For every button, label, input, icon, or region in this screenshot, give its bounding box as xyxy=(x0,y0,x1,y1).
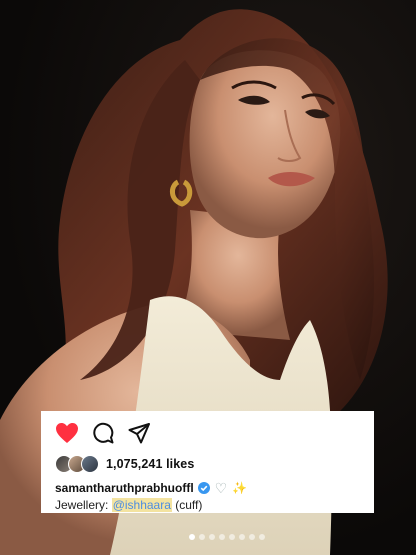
sparkles-emoji: ✨ xyxy=(232,481,248,495)
carousel-dot[interactable] xyxy=(249,534,255,540)
likes-count[interactable]: 1,075,241 likes xyxy=(106,457,194,471)
verified-badge-icon xyxy=(197,482,210,494)
heart-filled-icon xyxy=(56,423,78,443)
white-heart-emoji: ♡ xyxy=(214,479,228,496)
share-button[interactable] xyxy=(127,421,151,445)
liker-avatars xyxy=(55,455,99,473)
carousel-dot[interactable] xyxy=(199,534,205,540)
carousel-dot[interactable] xyxy=(229,534,235,540)
mention-link[interactable]: @ishhaara xyxy=(111,498,172,512)
post-actions xyxy=(55,418,364,448)
avatar[interactable] xyxy=(81,455,99,473)
likes-row: 1,075,241 likes xyxy=(55,454,364,474)
caption: Jewellery: @ishhaara (cuff) xyxy=(55,498,364,512)
comment-icon xyxy=(93,422,114,444)
carousel-dot[interactable] xyxy=(219,534,225,540)
carousel-dot[interactable] xyxy=(209,534,215,540)
carousel-dot[interactable] xyxy=(189,534,195,540)
carousel-indicator xyxy=(189,534,265,540)
share-icon xyxy=(128,423,150,444)
username[interactable]: samantharuthprabhuoffl xyxy=(55,481,194,495)
comment-button[interactable] xyxy=(91,421,115,445)
username-row: samantharuthprabhuoffl ♡ ✨ xyxy=(55,480,364,496)
carousel-dot[interactable] xyxy=(239,534,245,540)
like-button[interactable] xyxy=(55,421,79,445)
carousel-dot[interactable] xyxy=(259,534,265,540)
caption-suffix: (cuff) xyxy=(171,498,203,512)
post-info-card: 1,075,241 likes samantharuthprabhuoffl ♡… xyxy=(41,411,374,513)
caption-prefix: Jewellery: xyxy=(55,498,112,512)
